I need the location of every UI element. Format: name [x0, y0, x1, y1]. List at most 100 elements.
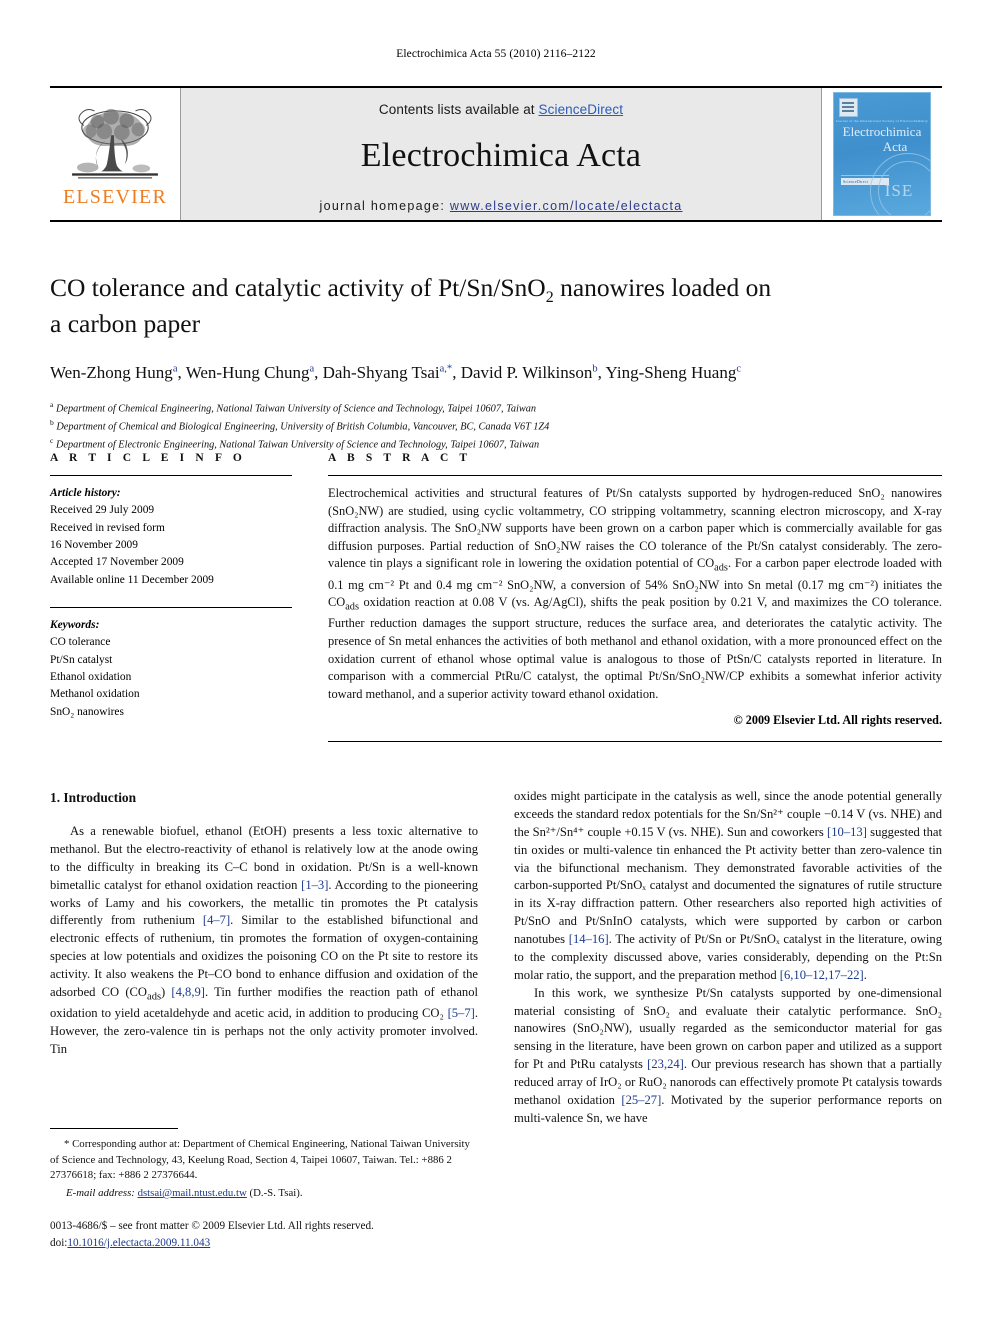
keyword-item: Ethanol oxidation: [50, 670, 132, 683]
article-history-item: Received in revised form: [50, 521, 165, 534]
author-item: Ying-Sheng Huangc: [606, 363, 741, 382]
article-title-line2: a carbon paper: [50, 308, 201, 338]
paragraph: oxides might participate in the catalysi…: [514, 789, 943, 982]
paper-page: Electrochimica Acta 55 (2010) 2116–2122: [0, 0, 992, 1323]
abstract-bottom-rule: [328, 741, 942, 743]
author-name: Dah-Shyang Tsai: [322, 362, 440, 382]
abstract-body: Electrochemical activities and structura…: [328, 475, 942, 728]
info-abstract-row: A R T I C L E I N F O Article history: R…: [50, 452, 942, 743]
author-separator: ,: [177, 362, 186, 382]
elsevier-tree-icon: [72, 108, 158, 178]
sciencedirect-link[interactable]: ScienceDirect: [539, 102, 624, 117]
section-heading-introduction: 1. Introduction: [50, 790, 137, 805]
affiliation-marker: c: [50, 436, 54, 446]
journal-cover-container: Journal of the International Society of …: [822, 88, 942, 220]
author-separator: ,: [452, 362, 461, 382]
ise-emblem-icon: [870, 153, 930, 215]
article-info-column: A R T I C L E I N F O Article history: R…: [50, 452, 292, 742]
body-right-column: oxides might participate in the catalysi…: [514, 788, 942, 1128]
affiliation-list: a Department of Chemical Engineering, Na…: [50, 399, 942, 454]
imprint-block: 0013-4686/$ – see front matter © 2009 El…: [50, 1218, 478, 1252]
ise-emblem-inner-ring: [878, 161, 930, 215]
affiliation-text: Department of Electronic Engineering, Na…: [55, 439, 540, 451]
body-columns: 1. Introduction As a renewable biofuel, …: [50, 788, 942, 1128]
article-history-block: Article history: Received 29 July 2009 R…: [50, 475, 292, 589]
affiliation-marker: a: [50, 399, 54, 409]
author-item: David P. Wilkinsonb,: [461, 363, 606, 382]
affiliation-marker: b: [50, 418, 54, 427]
page-title: CO tolerance and catalytic activity of P…: [50, 272, 942, 340]
abstract-heading: A B S T R A C T: [328, 452, 472, 464]
author-separator: ,: [314, 362, 323, 382]
affiliation-item: a Department of Chemical Engineering, Na…: [50, 399, 942, 417]
article-title-line1: CO tolerance and catalytic activity of P…: [50, 273, 546, 302]
author-name: Wen-Hung Chung: [185, 362, 310, 382]
journal-cover-thumbnail: Journal of the International Society of …: [833, 92, 931, 216]
author-item: Wen-Hung Chunga,: [186, 363, 323, 382]
author-item: Wen-Zhong Hunga,: [50, 363, 186, 382]
contents-prefix: Contents lists available at: [378, 102, 539, 117]
abstract-text: Electrochemical activities and structura…: [328, 486, 942, 701]
email-label: E-mail address:: [66, 1186, 135, 1199]
cover-title-line1: Electrochimica: [842, 124, 922, 139]
doi-line: doi:10.1016/j.electacta.2009.11.043: [50, 1235, 478, 1252]
affiliation-item: c Department of Electronic Engineering, …: [50, 435, 942, 453]
body-column-gutter: [478, 788, 514, 1128]
column-gutter: [292, 452, 328, 742]
keyword-item: Pt/Sn catalyst: [50, 653, 113, 666]
email-suffix: (D.-S. Tsai).: [249, 1186, 303, 1199]
doi-label: doi:: [50, 1236, 68, 1249]
doi-link[interactable]: 10.1016/j.electacta.2009.11.043: [67, 1237, 210, 1249]
article-history-label: Article history:: [50, 487, 121, 499]
keyword-item: Methanol oxidation: [50, 688, 140, 701]
author-affiliation-marker: c: [736, 362, 741, 374]
author-name: Ying-Sheng Huang: [605, 362, 737, 382]
masthead-center: Contents lists available at ScienceDirec…: [180, 88, 822, 220]
running-head: Electrochimica Acta 55 (2010) 2116–2122: [396, 48, 596, 60]
email-note: E-mail address: dstsai@mail.ntust.edu.tw…: [50, 1186, 478, 1202]
elsevier-wordmark: ELSEVIER: [62, 185, 168, 208]
journal-title: Electrochimica Acta: [360, 137, 642, 174]
cover-title-line2: Acta: [882, 138, 908, 154]
title-subscript: 2: [545, 289, 554, 307]
affiliation-text: Department of Chemical and Biological En…: [56, 421, 550, 433]
journal-masthead: ELSEVIER Contents lists available at Sci…: [50, 86, 942, 222]
cover-society-line: Journal of the International Society of …: [835, 119, 929, 123]
paragraph: In this work, we synthesize Pt/Sn cataly…: [514, 985, 942, 1125]
cover-title: Electrochimica Acta: [834, 124, 930, 155]
author-list: Wen-Zhong Hunga, Wen-Hung Chunga, Dah-Sh…: [50, 362, 942, 384]
affiliation-item: b Department of Chemical and Biological …: [50, 417, 942, 435]
contents-available-line: Contents lists available at ScienceDirec…: [379, 102, 623, 117]
paragraph: As a renewable biofuel, ethanol (EtOH) p…: [50, 824, 479, 1057]
body-left-column: 1. Introduction As a renewable biofuel, …: [50, 788, 478, 1128]
article-history-item: Accepted 17 November 2009: [50, 556, 184, 569]
footnote-block: * Corresponding author at: Department of…: [50, 1128, 478, 1202]
email-link[interactable]: dstsai@mail.ntust.edu.tw: [138, 1187, 247, 1199]
affiliation-text: Department of Chemical Engineering, Nati…: [55, 403, 537, 415]
abstract-column: A B S T R A C T Electrochemical activiti…: [328, 452, 942, 743]
article-history-item: 16 November 2009: [50, 538, 138, 551]
keywords-block: Keywords: CO tolerance Pt/Sn catalyst Et…: [50, 606, 292, 721]
article-history-item: Received 29 July 2009: [50, 504, 155, 517]
author-separator: ,: [597, 362, 606, 382]
author-name: David P. Wilkinson: [460, 362, 593, 382]
keyword-item: SnO₂ nanowires: [50, 705, 124, 718]
article-history-item: Available online 11 December 2009: [50, 573, 214, 586]
author-affiliation-marker: a,*: [439, 362, 453, 374]
corresponding-author-note: * Corresponding author at: Department of…: [50, 1138, 470, 1182]
author-name: Wen-Zhong Hung: [50, 362, 173, 382]
homepage-prefix: journal homepage:: [319, 199, 450, 213]
journal-homepage-link[interactable]: www.elsevier.com/locate/electacta: [450, 199, 683, 213]
keyword-item: CO tolerance: [50, 636, 111, 649]
journal-homepage-line: journal homepage: www.elsevier.com/locat…: [320, 199, 683, 213]
elsevier-logo: ELSEVIER: [50, 88, 180, 220]
issn-line: 0013-4686/$ – see front matter © 2009 El…: [50, 1220, 374, 1232]
abstract-copyright: © 2009 Elsevier Ltd. All rights reserved…: [733, 713, 942, 728]
article-info-heading: A R T I C L E I N F O: [50, 452, 246, 464]
title-block: CO tolerance and catalytic activity of P…: [50, 272, 942, 454]
article-title-line1-end: nanowires loaded on: [553, 273, 772, 302]
cover-elsevier-icon: [839, 98, 858, 117]
author-item: Dah-Shyang Tsaia,*,: [323, 363, 461, 382]
keywords-label: Keywords:: [50, 618, 100, 631]
footnote-rule: [50, 1128, 178, 1129]
